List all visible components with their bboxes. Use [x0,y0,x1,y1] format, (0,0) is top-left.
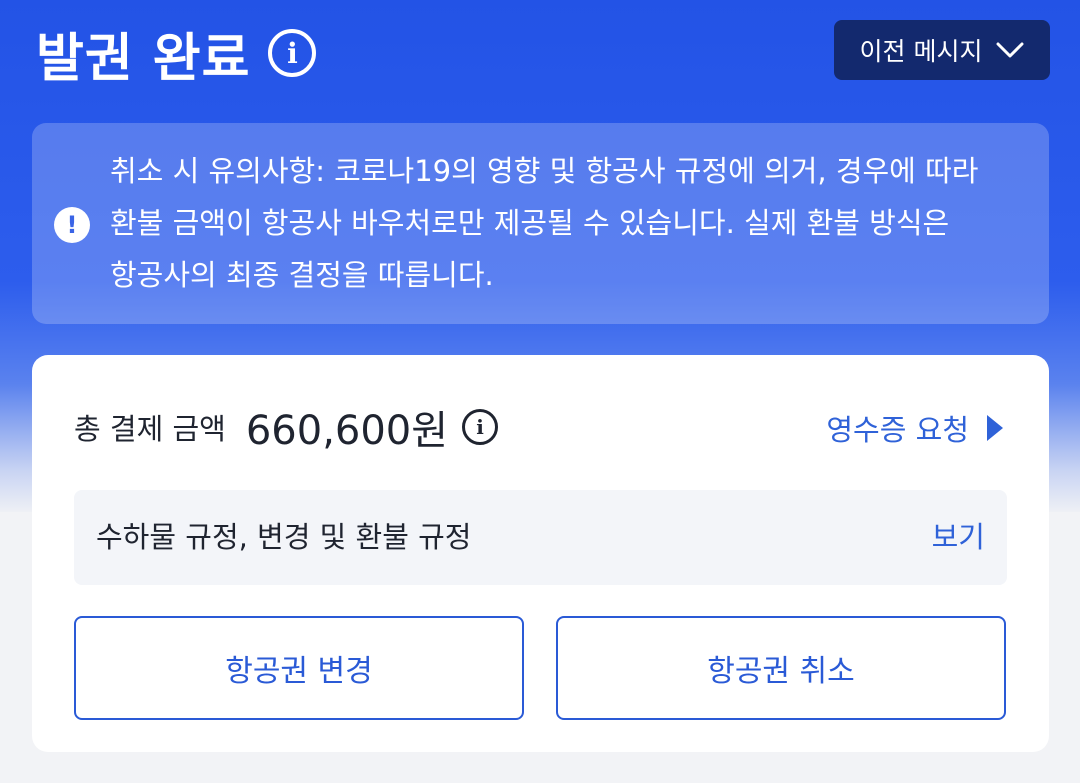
rules-view-link[interactable]: 보기 [932,490,985,585]
receipt-request-link[interactable]: 영수증 요청 [826,407,1003,449]
previous-message-label: 이전 메시지 [859,37,983,66]
change-ticket-button[interactable]: 항공권 변경 [74,616,524,720]
info-icon[interactable]: i [268,29,317,77]
cancellation-notice: ! 취소 시 유의사항: 코로나19의 영향 및 항공사 규정에 의거, 경우에… [32,123,1049,324]
receipt-request-label: 영수증 요청 [826,413,969,447]
total-payment-row: 총 결제 금액 660,600원 i [74,397,499,457]
page-header: 발권 완료 i [36,18,317,89]
info-icon[interactable]: i [462,409,499,445]
payment-card: 총 결제 금액 660,600원 i 영수증 요청 수하물 규정, 변경 및 환… [32,355,1049,752]
rules-row[interactable]: 수하물 규정, 변경 및 환불 규정 보기 [74,490,1007,585]
cancel-ticket-button[interactable]: 항공권 취소 [556,616,1006,720]
play-icon [987,415,1003,441]
chevron-down-icon [996,42,1024,58]
notice-text: 취소 시 유의사항: 코로나19의 영향 및 항공사 규정에 의거, 경우에 따… [110,154,979,292]
total-payment-amount: 660,600원 [245,408,449,454]
rules-label: 수하물 규정, 변경 및 환불 규정 [96,520,472,554]
total-payment-label: 총 결제 금액 [74,412,226,446]
previous-message-button[interactable]: 이전 메시지 [834,20,1050,80]
page-title: 발권 완료 [36,28,251,89]
exclamation-icon: ! [54,207,90,243]
